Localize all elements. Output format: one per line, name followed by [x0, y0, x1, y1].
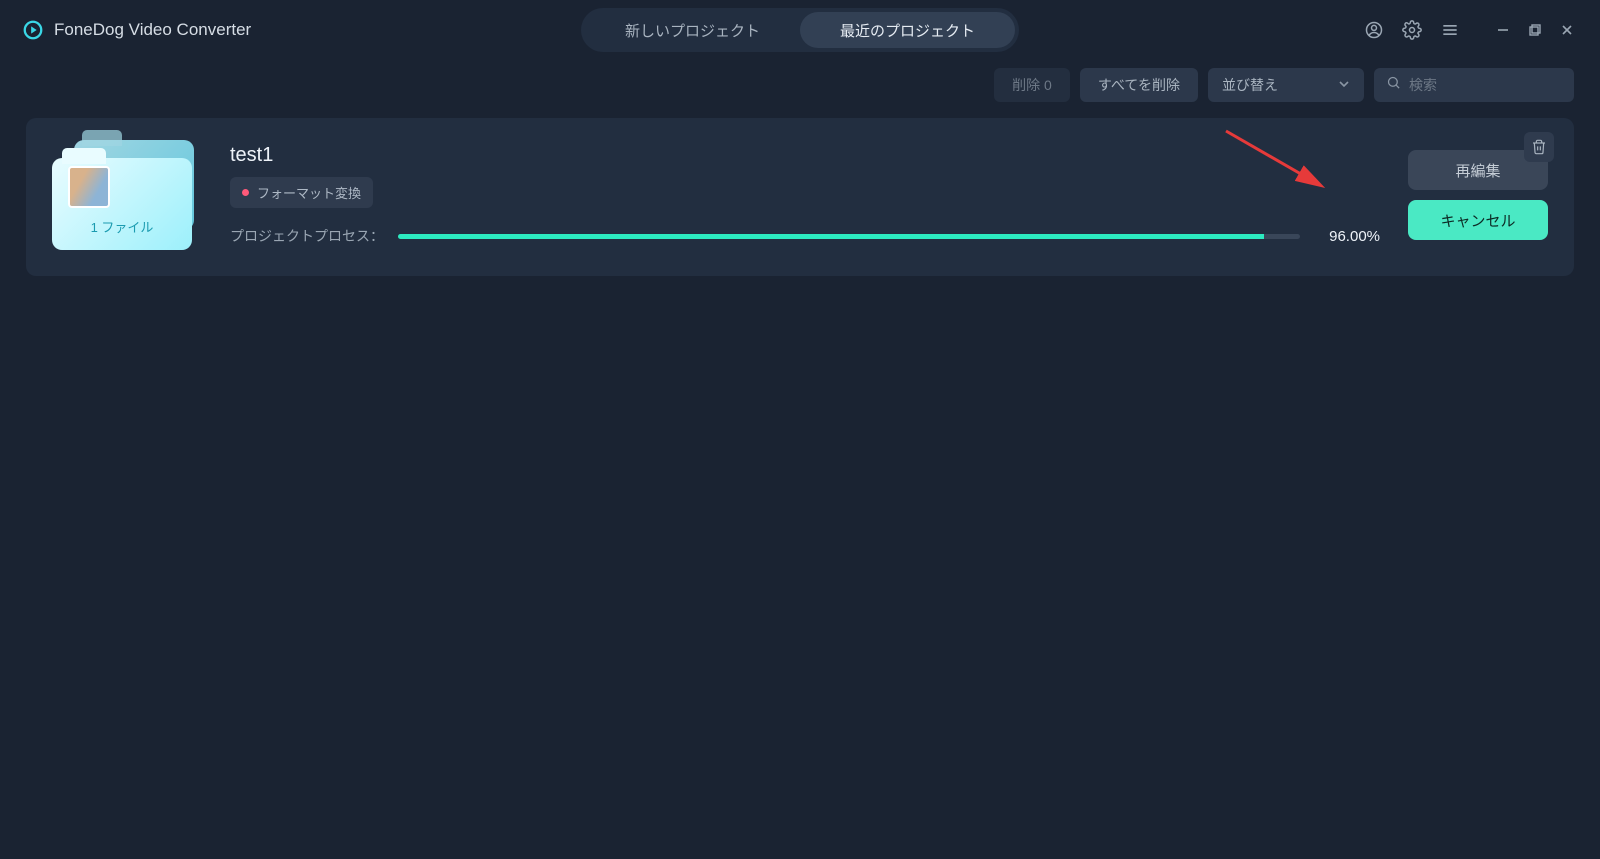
thumbnail-photo [68, 166, 110, 208]
chevron-down-icon [1338, 77, 1350, 93]
progress-row: プロジェクトプロセス： 96.00% [230, 226, 1380, 246]
delete-all-button[interactable]: すべてを削除 [1080, 68, 1198, 102]
delete-count-button[interactable]: 削除 0 [994, 68, 1070, 102]
tab-recent-projects[interactable]: 最近のプロジェクト [800, 12, 1015, 48]
close-button[interactable] [1556, 19, 1578, 41]
progress-fill [398, 234, 1264, 239]
cancel-button[interactable]: キャンセル [1408, 200, 1548, 240]
project-info: test1 フォーマット変換 プロジェクトプロセス： 96.00% [230, 144, 1380, 246]
window-controls [1492, 19, 1578, 41]
status-dot-icon [242, 189, 249, 196]
folder-file-count: 1 ファイル [91, 217, 154, 236]
account-icon[interactable] [1360, 16, 1388, 44]
project-title: test1 [230, 144, 1380, 167]
maximize-button[interactable] [1524, 19, 1546, 41]
tab-new-project[interactable]: 新しいプロジェクト [585, 12, 800, 48]
delete-project-button[interactable] [1524, 132, 1554, 162]
menu-icon[interactable] [1436, 16, 1464, 44]
progress-label: プロジェクトプロセス： [230, 226, 384, 246]
titlebar: FoneDog Video Converter 新しいプロジェクト 最近のプロジ… [0, 0, 1600, 60]
search-box[interactable] [1374, 68, 1574, 102]
project-tabs: 新しいプロジェクト 最近のプロジェクト [581, 8, 1019, 52]
progress-bar [398, 234, 1300, 239]
settings-icon[interactable] [1398, 16, 1426, 44]
sort-select[interactable]: 並び替え [1208, 68, 1364, 102]
toolbar: 削除 0 すべてを削除 並び替え [0, 60, 1600, 112]
app-title: FoneDog Video Converter [54, 20, 251, 40]
badge-text: フォーマット変換 [257, 183, 361, 202]
search-input[interactable] [1409, 77, 1562, 93]
titlebar-right [1360, 16, 1578, 44]
search-icon [1386, 75, 1401, 95]
sort-label: 並び替え [1222, 75, 1278, 95]
folder-thumbnail: 1 ファイル [52, 140, 202, 250]
progress-percent: 96.00% [1314, 228, 1380, 245]
format-badge: フォーマット変換 [230, 177, 373, 208]
project-card: 1 ファイル test1 フォーマット変換 プロジェクトプロセス： 96.00%… [26, 118, 1574, 276]
brand: FoneDog Video Converter [22, 19, 251, 41]
app-logo-icon [22, 19, 44, 41]
minimize-button[interactable] [1492, 19, 1514, 41]
